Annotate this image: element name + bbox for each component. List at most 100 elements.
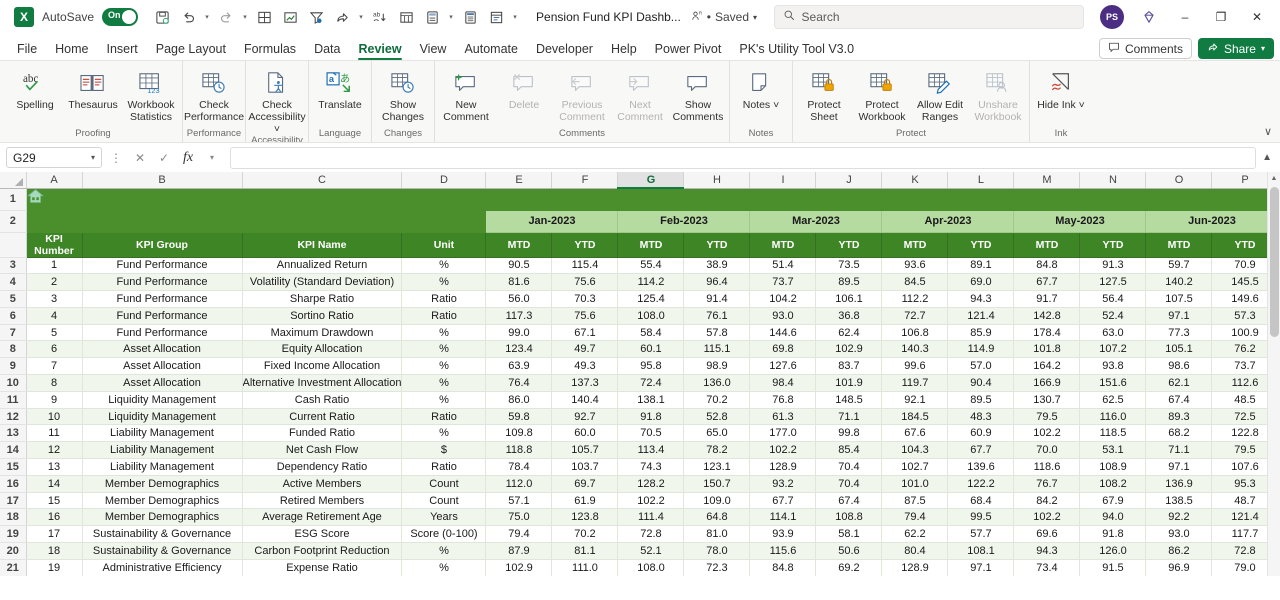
cell-kpi-name[interactable]: Retired Members	[242, 492, 403, 510]
share-dropdown-caret-icon[interactable]: ▾	[1261, 44, 1265, 53]
cell-unit[interactable]: Ratio	[401, 408, 487, 426]
cell-kpi-group[interactable]: Fund Performance	[82, 273, 243, 292]
cell-kpi-group[interactable]: Sustainability & Governance	[82, 525, 243, 544]
row-header-12[interactable]: 12	[0, 408, 27, 426]
row-header-11[interactable]: 11	[0, 391, 27, 409]
cell-kpi-number[interactable]: 3	[26, 290, 83, 308]
cell-value[interactable]: 87.5	[881, 492, 949, 510]
row-header-9[interactable]: 9	[0, 357, 27, 376]
cell-value[interactable]: 59.7	[1145, 257, 1213, 275]
row-header-15[interactable]: 15	[0, 458, 27, 476]
cell-kpi-name[interactable]: Average Retirement Age	[242, 508, 403, 527]
cell-kpi-group[interactable]: Fund Performance	[82, 257, 243, 275]
cell-value[interactable]: 89.5	[815, 273, 883, 292]
save-status[interactable]: R • Saved ▾	[691, 10, 757, 25]
row-header-21[interactable]: 21	[0, 559, 27, 576]
cell-unit[interactable]: %	[401, 374, 487, 392]
cell-value[interactable]: 138.1	[617, 391, 685, 409]
cell-value[interactable]: 62.4	[815, 324, 883, 342]
tab-help[interactable]: Help	[602, 40, 646, 60]
cell-value[interactable]: 86.2	[1145, 542, 1213, 560]
cell-kpi-number[interactable]: 17	[26, 525, 83, 544]
cell-value[interactable]: 67.4	[815, 492, 883, 510]
cell-value[interactable]: 99.6	[881, 357, 949, 376]
column-header-J[interactable]: J	[815, 172, 883, 189]
cell-kpi-group[interactable]: Fund Performance	[82, 324, 243, 342]
cell-unit[interactable]: %	[401, 273, 487, 292]
cell-value[interactable]: 89.3	[1145, 408, 1213, 426]
copilot-icon[interactable]	[1132, 2, 1166, 32]
cell-unit[interactable]: %	[401, 391, 487, 409]
borders-icon[interactable]	[252, 5, 276, 29]
cell-value[interactable]: 93.0	[1145, 525, 1213, 544]
cell-value[interactable]: 64.8	[683, 508, 751, 527]
table-row[interactable]: 18 16 Member Demographics Average Retiremen…	[0, 508, 1279, 527]
cell-kpi-number[interactable]: 6	[26, 340, 83, 359]
cell-value[interactable]: 91.3	[1079, 257, 1147, 275]
share-button[interactable]: Share ▾	[1197, 38, 1274, 59]
row-header-5[interactable]: 5	[0, 290, 27, 308]
cell-value[interactable]: 108.2	[1079, 475, 1147, 493]
cell-value[interactable]: 128.9	[881, 559, 949, 576]
ribbon-button-hide-ink[interactable]: Hide Ink ˅	[1032, 65, 1090, 112]
share-arrow-icon[interactable]	[330, 5, 354, 29]
cell-value[interactable]: 93.0	[749, 307, 817, 325]
column-header-K[interactable]: K	[881, 172, 949, 189]
cell-value[interactable]: 48.3	[947, 408, 1015, 426]
cell-value[interactable]: 61.3	[749, 408, 817, 426]
cell-value[interactable]: 67.6	[881, 424, 949, 443]
table-row[interactable]: 11 9 Liquidity Management Cash Ratio% 86.0 14…	[0, 391, 1279, 409]
cell-value[interactable]: 51.4	[749, 257, 817, 275]
cell-value[interactable]: 111.4	[617, 508, 685, 527]
save-icon[interactable]	[150, 5, 174, 29]
ribbon-button-show-comments[interactable]: Show Comments	[669, 65, 727, 124]
cell-value[interactable]: 111.0	[551, 559, 619, 576]
cell-value[interactable]: 67.7	[749, 492, 817, 510]
cell-value[interactable]: 128.2	[617, 475, 685, 493]
cell-value[interactable]: 108.8	[815, 508, 883, 527]
cell-value[interactable]: 117.3	[485, 307, 553, 325]
share-dropdown-icon[interactable]: ▾	[356, 13, 366, 21]
ribbon-button-show-changes[interactable]: Show Changes	[374, 65, 432, 124]
cell-value[interactable]: 57.1	[485, 492, 553, 510]
sort-az-icon[interactable]: ab	[368, 5, 392, 29]
cell-value[interactable]: 84.2	[1013, 492, 1081, 510]
cell-value[interactable]: 102.2	[1013, 508, 1081, 527]
cell-value[interactable]: 105.1	[1145, 340, 1213, 359]
column-header-C[interactable]: C	[242, 172, 403, 189]
cell-value[interactable]: 67.7	[947, 441, 1015, 460]
cell-kpi-name[interactable]: Sortino Ratio	[242, 307, 403, 325]
cell-value[interactable]: 107.2	[1079, 340, 1147, 359]
cell-kpi-group[interactable]: Liability Management	[82, 424, 243, 443]
cell-value[interactable]: 96.4	[683, 273, 751, 292]
cell-value[interactable]: 108.9	[1079, 458, 1147, 476]
cell-value[interactable]: 36.8	[815, 307, 883, 325]
cell-kpi-name[interactable]: Volatility (Standard Deviation)	[242, 273, 403, 292]
home-icon[interactable]	[26, 188, 1279, 211]
table-icon[interactable]	[394, 5, 418, 29]
cell-kpi-number[interactable]: 16	[26, 508, 83, 527]
cell-value[interactable]: 72.4	[617, 374, 685, 392]
cell-value[interactable]: 140.2	[1145, 273, 1213, 292]
cell-value[interactable]: 69.8	[749, 340, 817, 359]
cell-value[interactable]: 102.2	[1013, 424, 1081, 443]
cell-value[interactable]: 57.7	[947, 525, 1015, 544]
cell-value[interactable]: 52.1	[617, 542, 685, 560]
tab-home[interactable]: Home	[46, 40, 97, 60]
cell-value[interactable]: 57.8	[683, 324, 751, 342]
cell-unit[interactable]: %	[401, 324, 487, 342]
cell-value[interactable]: 98.4	[749, 374, 817, 392]
cell-value[interactable]: 95.8	[617, 357, 685, 376]
cell-value[interactable]: 69.2	[815, 559, 883, 576]
cell-value[interactable]: 137.3	[551, 374, 619, 392]
cell-value[interactable]: 65.0	[683, 424, 751, 443]
tab-power-pivot[interactable]: Power Pivot	[646, 40, 731, 60]
cell-value[interactable]: 108.0	[617, 559, 685, 576]
cell-kpi-number[interactable]: 11	[26, 424, 83, 443]
cell-kpi-name[interactable]: Maximum Drawdown	[242, 324, 403, 342]
cell-value[interactable]: 73.7	[749, 273, 817, 292]
cell-value[interactable]: 130.7	[1013, 391, 1081, 409]
row-header-16[interactable]: 16	[0, 475, 27, 493]
tab-review[interactable]: Review	[349, 40, 410, 60]
cell-value[interactable]: 91.4	[683, 290, 751, 308]
